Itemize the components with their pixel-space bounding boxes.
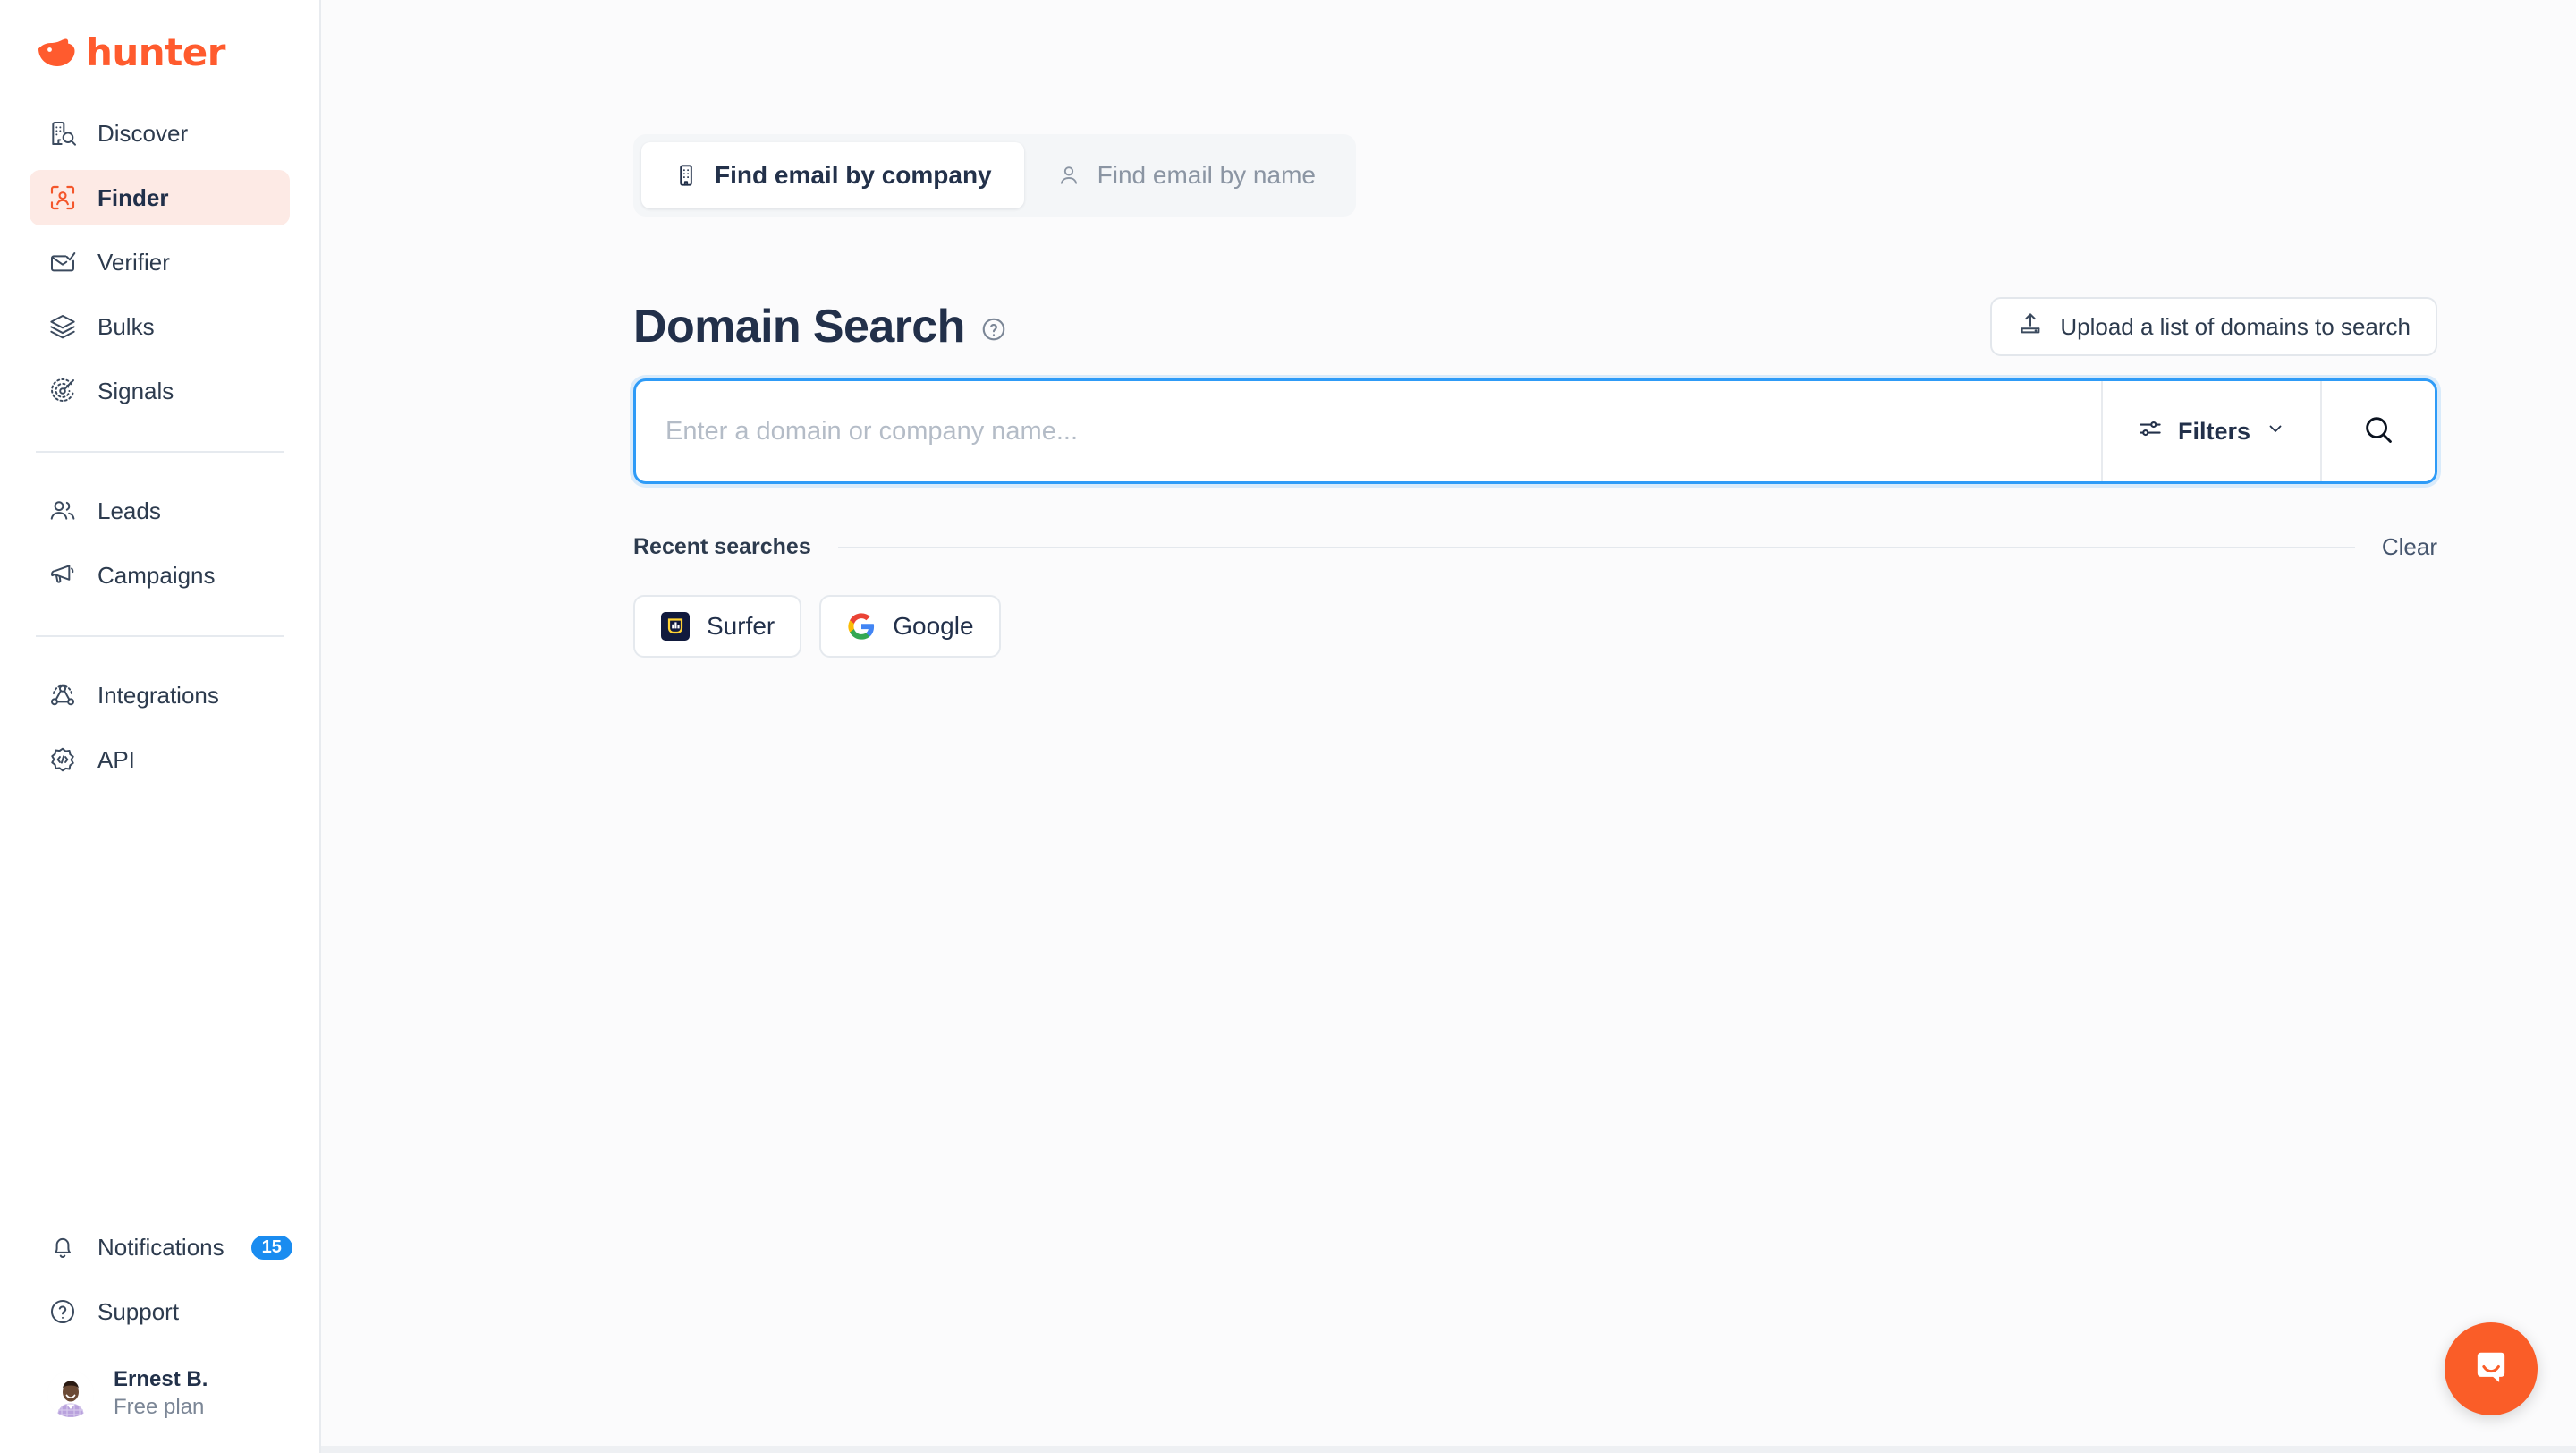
notifications-badge: 15 [250,1235,292,1260]
sidebar-item-signals[interactable]: Signals [30,363,290,419]
tab-label: Find email by company [715,161,992,189]
integrations-network-icon [47,680,78,710]
google-logo-icon [846,611,877,642]
clear-recent-searches-link[interactable]: Clear [2382,533,2437,561]
question-circle-icon [47,1296,78,1327]
sidebar-tertiary-nav: Integrations API [0,667,319,796]
filters-dropdown-button[interactable]: Filters [2100,381,2320,481]
upload-icon [2017,310,2044,344]
recent-search-chip-google[interactable]: Google [819,595,1001,658]
fox-head-icon [36,37,76,69]
upload-button-label: Upload a list of domains to search [2060,312,2411,340]
app-root: hunter Discover Finder Verifier Bulks Si… [0,0,2576,1453]
person-scan-icon [47,183,78,213]
surfer-logo-icon [660,611,691,642]
chevron-down-icon [2265,418,2286,446]
sidebar-item-label: Campaigns [97,562,216,589]
person-icon [1056,163,1081,188]
question-circle-icon[interactable] [980,316,1007,343]
main-content: Find email by company Find email by name… [321,0,2576,1453]
sidebar-primary-nav: Discover Finder Verifier Bulks Signals [0,106,319,428]
sidebar-item-finder[interactable]: Finder [30,170,290,225]
radar-target-icon [47,376,78,406]
sidebar-item-label: Integrations [97,682,219,709]
sidebar-item-bulks[interactable]: Bulks [30,299,290,354]
recent-searches-label: Recent searches [633,534,811,559]
sidebar-item-label: Support [97,1298,180,1326]
sidebar: hunter Discover Finder Verifier Bulks Si… [0,0,321,1453]
recent-searches-row: Recent searches Clear [633,533,2437,561]
sidebar-secondary-nav: Leads Campaigns [0,483,319,612]
envelope-check-icon [47,247,78,277]
sidebar-item-discover[interactable]: Discover [30,106,290,161]
sidebar-item-campaigns[interactable]: Campaigns [30,548,290,603]
sidebar-item-label: Signals [97,378,174,404]
sidebar-item-label: API [97,746,135,773]
brand-name: hunter [86,30,225,74]
search-submit-button[interactable] [2320,381,2435,481]
sidebar-item-label: Leads [97,497,161,524]
megaphone-icon [47,560,78,591]
recent-searches-list: Surfer Google [633,595,2437,658]
user-name: Ernest B. [114,1367,208,1392]
sidebar-item-label: Notifications [97,1234,225,1262]
chat-launcher-button[interactable] [2445,1322,2538,1415]
sidebar-bottom-nav: Notifications 15 Support [0,1219,319,1348]
sidebar-item-api[interactable]: API [30,732,290,787]
page-header-row: Domain Search Upload a list of domains t… [633,297,2437,356]
sidebar-item-leads[interactable]: Leads [30,483,290,539]
recent-search-label: Surfer [707,612,775,640]
avatar [47,1370,94,1417]
sidebar-divider-1 [36,451,284,453]
gear-code-icon [47,744,78,775]
filters-label: Filters [2177,417,2250,445]
sidebar-item-notifications[interactable]: Notifications 15 [30,1219,292,1275]
search-icon [2361,412,2395,451]
recent-search-chip-surfer[interactable]: Surfer [633,595,802,658]
sidebar-item-verifier[interactable]: Verifier [30,234,290,290]
layers-icon [47,311,78,342]
user-plan: Free plan [114,1394,205,1419]
tab-find-email-by-company[interactable]: Find email by company [641,142,1024,208]
sidebar-item-integrations[interactable]: Integrations [30,667,290,723]
tab-label: Find email by name [1097,161,1316,189]
finder-mode-tabs: Find email by company Find email by name [633,134,1356,217]
page-title: Domain Search [633,300,965,353]
sidebar-user-profile[interactable]: Ernest B. Free plan [0,1348,319,1453]
title-wrap: Domain Search [633,302,1007,352]
tab-find-email-by-name[interactable]: Find email by name [1024,142,1348,208]
logo-wrap: hunter [0,0,319,106]
user-meta: Ernest B. Free plan [114,1367,208,1419]
content-wrap: Find email by company Find email by name… [321,0,2576,658]
upload-domains-button[interactable]: Upload a list of domains to search [1990,297,2437,356]
sidebar-item-label: Discover [97,120,189,147]
sidebar-item-label: Bulks [97,313,155,340]
sidebar-item-label: Finder [97,184,169,211]
intercom-chat-icon [2468,1344,2514,1395]
bottom-strip [321,1446,2576,1453]
recent-searches-divider [837,546,2355,548]
building-icon [674,163,699,188]
recent-search-label: Google [893,612,974,640]
sidebar-item-label: Verifier [97,249,170,276]
sidebar-divider-2 [36,635,284,637]
domain-search-bar: Filters [633,378,2437,484]
building-search-icon [47,118,78,149]
bell-icon [47,1232,78,1262]
users-icon [47,496,78,526]
brand-logo[interactable]: hunter [36,34,319,72]
search-input[interactable] [636,381,2101,481]
sliders-icon [2137,415,2164,448]
sidebar-item-support[interactable]: Support [30,1284,290,1339]
